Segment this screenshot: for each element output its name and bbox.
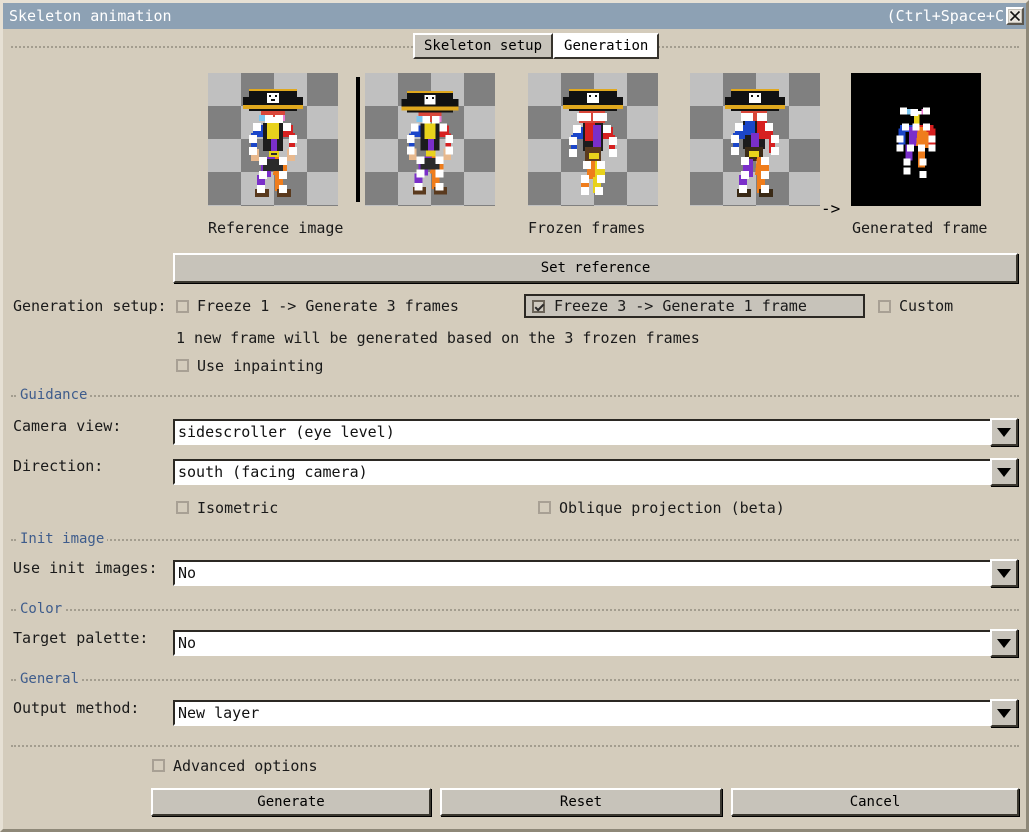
- preview-strip: ->: [3, 69, 1026, 219]
- chevron-down-icon[interactable]: [990, 629, 1018, 657]
- window-title: Skeleton animation: [9, 7, 887, 25]
- label-generated-frame: Generated frame: [852, 219, 987, 237]
- thumbnail-frozen-frame-3[interactable]: [690, 73, 820, 206]
- label-use-inpainting[interactable]: Use inpainting: [197, 357, 323, 375]
- tab-generation[interactable]: Generation: [553, 33, 659, 59]
- target-palette-dropdown[interactable]: No: [173, 630, 1018, 656]
- use-init-images-dropdown[interactable]: No: [173, 560, 1018, 586]
- section-title-color: Color: [17, 601, 65, 617]
- tab-bar: Skeleton setup Generation: [3, 33, 1026, 61]
- section-title-general: General: [17, 671, 82, 687]
- use-init-images-value: No: [175, 564, 196, 582]
- direction-label: Direction:: [13, 457, 103, 475]
- tab-rule-right: [623, 46, 1019, 48]
- generation-setup-label: Generation setup:: [13, 297, 167, 315]
- set-reference-button[interactable]: Set reference: [173, 253, 1018, 283]
- generate-button[interactable]: Generate: [151, 788, 431, 816]
- direction-dropdown[interactable]: south (facing camera): [173, 459, 1018, 485]
- output-method-dropdown[interactable]: New layer: [173, 700, 1018, 726]
- checkbox-freeze3-generate1[interactable]: [532, 300, 545, 313]
- thumbnail-reference-image[interactable]: [208, 73, 338, 206]
- title-bar: Skeleton animation (Ctrl+Space+C: [3, 3, 1026, 29]
- section-title-init-image: Init image: [17, 531, 107, 547]
- section-rule-guidance: [11, 395, 1019, 397]
- preview-divider: [356, 77, 360, 202]
- label-freeze1-generate3[interactable]: Freeze 1 -> Generate 3 frames: [197, 297, 459, 315]
- checkbox-oblique-projection[interactable]: [538, 501, 551, 514]
- reset-button[interactable]: Reset: [440, 788, 722, 816]
- checkbox-freeze1-generate3[interactable]: [176, 300, 189, 313]
- preview-labels: Reference image Frozen frames Generated …: [3, 219, 1026, 241]
- label-isometric[interactable]: Isometric: [197, 499, 278, 517]
- thumbnail-frozen-frame-2[interactable]: [528, 73, 658, 206]
- chevron-down-icon[interactable]: [990, 559, 1018, 587]
- pirate-sprite-icon: [208, 73, 338, 206]
- label-reference-image: Reference image: [208, 219, 343, 237]
- skeleton-rig-icon: [851, 73, 981, 206]
- window-shortcut-hint: (Ctrl+Space+C: [887, 7, 1004, 25]
- pirate-sprite-icon: [528, 73, 658, 206]
- section-title-guidance: Guidance: [17, 387, 90, 403]
- cancel-button[interactable]: Cancel: [731, 788, 1019, 816]
- thumbnail-frozen-frame-1[interactable]: [365, 73, 495, 206]
- section-rule-color: [11, 609, 1019, 611]
- thumbnail-generated-frame[interactable]: [851, 73, 981, 206]
- chevron-down-icon[interactable]: [990, 699, 1018, 727]
- checkbox-use-inpainting[interactable]: [176, 359, 189, 372]
- use-init-images-label: Use init images:: [13, 559, 158, 577]
- close-icon[interactable]: [1006, 7, 1024, 25]
- label-freeze3-generate1: Freeze 3 -> Generate 1 frame: [554, 297, 807, 315]
- section-rule-general: [11, 679, 1019, 681]
- target-palette-value: No: [175, 634, 196, 652]
- tab-rule-left: [11, 46, 413, 48]
- tab-skeleton-setup[interactable]: Skeleton setup: [413, 33, 553, 59]
- skeleton-animation-dialog: Skeleton animation (Ctrl+Space+C Skeleto…: [0, 0, 1029, 832]
- option-freeze3-generate1[interactable]: Freeze 3 -> Generate 1 frame: [524, 294, 865, 318]
- pirate-sprite-icon: [365, 73, 495, 206]
- camera-view-value: sidescroller (eye level): [175, 423, 395, 441]
- label-oblique-projection[interactable]: Oblique projection (beta): [559, 499, 785, 517]
- checkbox-custom[interactable]: [878, 300, 891, 313]
- checkbox-isometric[interactable]: [176, 501, 189, 514]
- arrow-separator: ->: [821, 199, 840, 218]
- label-frozen-frames: Frozen frames: [528, 219, 645, 237]
- target-palette-label: Target palette:: [13, 629, 148, 647]
- output-method-value: New layer: [175, 704, 259, 722]
- chevron-down-icon[interactable]: [990, 458, 1018, 486]
- camera-view-label: Camera view:: [13, 417, 121, 435]
- output-method-label: Output method:: [13, 699, 139, 717]
- checkbox-advanced-options[interactable]: [152, 759, 165, 772]
- label-advanced-options[interactable]: Advanced options: [173, 757, 318, 775]
- pirate-sprite-icon: [690, 73, 820, 206]
- section-rule-init-image: [11, 539, 1019, 541]
- direction-value: south (facing camera): [175, 463, 368, 481]
- generation-setup-description: 1 new frame will be generated based on t…: [176, 329, 700, 347]
- chevron-down-icon[interactable]: [990, 418, 1018, 446]
- camera-view-dropdown[interactable]: sidescroller (eye level): [173, 419, 1018, 445]
- footer-rule: [11, 745, 1019, 747]
- label-custom[interactable]: Custom: [899, 297, 953, 315]
